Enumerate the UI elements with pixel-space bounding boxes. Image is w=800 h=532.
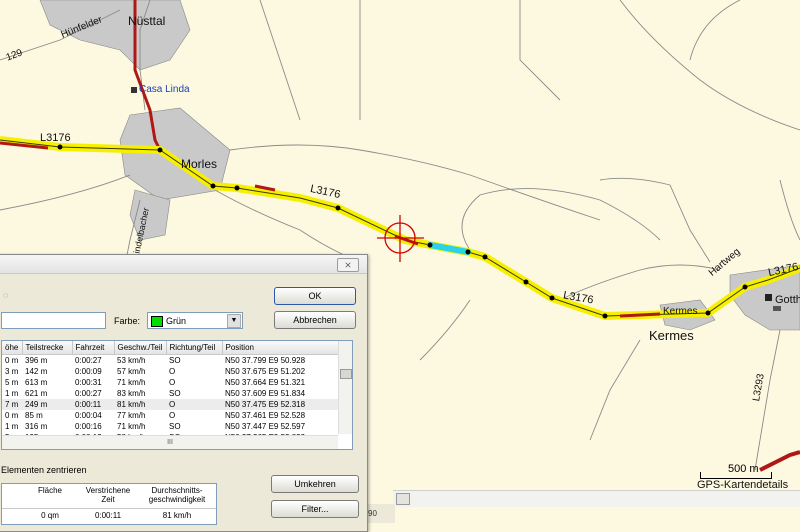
color-label: Farbe: <box>114 316 141 326</box>
place-label-kermes-small: Kermes <box>663 306 698 317</box>
summary-header-avg-speed: Durchschnitts-geschwindigkeit <box>148 486 206 504</box>
cell: 0:00:09 <box>75 367 102 376</box>
table-scroll-thumb[interactable] <box>340 369 352 379</box>
cell: 0:00:04 <box>75 411 102 420</box>
table-horizontal-scrollbar[interactable]: III <box>2 435 338 449</box>
cell: 57 km/h <box>117 367 146 376</box>
cell: 142 m <box>25 367 48 376</box>
ok-button[interactable]: OK <box>274 287 356 305</box>
cell: O <box>169 378 176 387</box>
scale-bar <box>700 472 772 479</box>
cell: 1 m <box>5 422 19 431</box>
cell: O <box>169 411 176 420</box>
summary-value-area: 0 qm <box>41 511 59 520</box>
cell: N50 37.675 E9 51.202 <box>225 367 306 376</box>
col-hoehe[interactable]: öhe <box>2 341 23 355</box>
cell: 396 m <box>25 356 48 365</box>
cell: 0:00:27 <box>75 389 102 398</box>
summary-value-avg-speed: 81 km/h <box>162 511 192 520</box>
cell: 85 m <box>25 411 43 420</box>
cell: 77 km/h <box>117 411 146 420</box>
place-label-morles: Morles <box>181 157 218 171</box>
map-horizontal-scrollbar[interactable] <box>393 490 800 507</box>
cell: 7 m <box>2 399 22 410</box>
color-value: Grün <box>166 316 187 326</box>
summary-table: Fläche Verstrichene Zeit Durchschnitts-g… <box>1 483 217 525</box>
place-label-gotth: Gotth <box>775 294 800 306</box>
table-row[interactable]: 1 m 316 m 0:00:16 71 km/h SO N50 37.447 E9 52… <box>2 421 338 432</box>
filter-button[interactable]: Filter... <box>271 500 359 518</box>
summary-value-elapsed: 0:00:11 <box>94 511 122 520</box>
cell: 81 km/h <box>114 399 166 410</box>
color-dropdown[interactable]: Grün ▼ <box>147 312 243 329</box>
table-row[interactable]: 1 m 621 m 0:00:27 83 km/h SO N50 37.609 E9 51… <box>2 388 338 399</box>
cell: 621 m <box>25 389 48 398</box>
color-swatch <box>151 316 163 327</box>
cell: SO <box>169 389 181 398</box>
poi-marker-icon <box>131 87 137 93</box>
col-richtung[interactable]: Richtung/Teil <box>166 341 223 355</box>
poi-label-casa-linda: Casa Linda <box>139 84 190 95</box>
center-elements-label[interactable]: Elementen zentrieren <box>1 465 87 475</box>
summary-header-elapsed: Verstrichene Zeit <box>85 486 131 504</box>
summary-divider <box>2 508 216 509</box>
cell: N50 37.475 E9 52.318 <box>222 399 338 410</box>
table-row[interactable]: 0 m 85 m 0:00:04 77 km/h O N50 37.461 E9 52.5… <box>2 410 338 421</box>
summary-header-area: Fläche <box>37 486 62 495</box>
cell: 316 m <box>25 422 48 431</box>
table-header: öhe Teilstrecke Fahrzeit Geschw./Teil Ri… <box>2 341 339 355</box>
cell: 0:00:16 <box>75 422 102 431</box>
col-fahrzeit[interactable]: Fahrzeit <box>72 341 115 355</box>
col-teilstrecke[interactable]: Teilstrecke <box>22 341 73 355</box>
cell: 249 m <box>22 399 72 410</box>
table-vertical-scrollbar[interactable] <box>338 341 352 434</box>
crosshair-icon <box>377 215 424 262</box>
map-scroll-thumb[interactable] <box>396 493 410 505</box>
village-morles-area <box>119 107 231 241</box>
cell: N50 37.461 E9 52.528 <box>225 411 306 420</box>
cell: 83 km/h <box>117 389 146 398</box>
place-label-kermes: Kermes <box>649 328 694 343</box>
link-icon: ◌ <box>3 290 9 300</box>
road-label-l3176-a: L3176 <box>40 132 71 144</box>
cell: O <box>166 399 222 410</box>
reverse-button[interactable]: Umkehren <box>271 475 359 493</box>
trackpoint-table[interactable]: öhe Teilstrecke Fahrzeit Geschw./Teil Ri… <box>1 340 353 450</box>
table-row[interactable]: 3 m 142 m 0:00:09 57 km/h O N50 37.675 E9 51.… <box>2 366 338 377</box>
cell: SO <box>169 422 181 431</box>
cell: 0:00:31 <box>75 378 102 387</box>
cell: 0 m <box>5 411 19 420</box>
col-position[interactable]: Position <box>222 341 339 355</box>
cell: 71 km/h <box>117 422 146 431</box>
dialog-titlebar[interactable]: ⨯ <box>0 255 367 274</box>
cancel-button[interactable]: Abbrechen <box>274 311 356 329</box>
cell: 0 m <box>5 356 19 365</box>
cell: 613 m <box>25 378 48 387</box>
cell: N50 37.664 E9 51.321 <box>225 378 306 387</box>
table-row-selected[interactable]: 7 m 249 m 0:00:11 81 km/h O N50 37.475 E9 52.… <box>2 399 338 410</box>
chevron-down-icon[interactable]: ▼ <box>227 314 241 328</box>
cell: 0:00:11 <box>72 399 114 410</box>
cell: 3 m <box>5 367 19 376</box>
cell: N50 37.447 E9 52.597 <box>225 422 306 431</box>
table-row[interactable]: 0 m 396 m 0:00:27 53 km/h SO N50 37.799 E9 50… <box>2 355 338 367</box>
table-row[interactable]: 5 m 613 m 0:00:31 71 km/h O N50 37.664 E9 51.… <box>2 377 338 388</box>
cell: 0:00:27 <box>75 356 102 365</box>
cell: 5 m <box>5 378 19 387</box>
name-field[interactable] <box>1 312 106 329</box>
selected-segment[interactable] <box>427 242 471 255</box>
cell: SO <box>169 356 181 365</box>
cell: 71 km/h <box>117 378 146 387</box>
cell: 53 km/h <box>117 356 146 365</box>
cell: 1 m <box>5 389 19 398</box>
cell: O <box>169 367 176 376</box>
col-geschw[interactable]: Geschw./Teil <box>114 341 167 355</box>
track-properties-dialog: ⨯ ◌ OK Abbrechen Farbe: Grün ▼ öhe Teils… <box>0 254 368 532</box>
cell: N50 37.609 E9 51.834 <box>225 389 306 398</box>
cell: N50 37.799 E9 50.928 <box>225 356 306 365</box>
status-corner: 90 <box>365 504 395 523</box>
close-button[interactable]: ⨯ <box>337 258 359 272</box>
place-label-nuesttal: Nüsttal <box>128 14 166 28</box>
